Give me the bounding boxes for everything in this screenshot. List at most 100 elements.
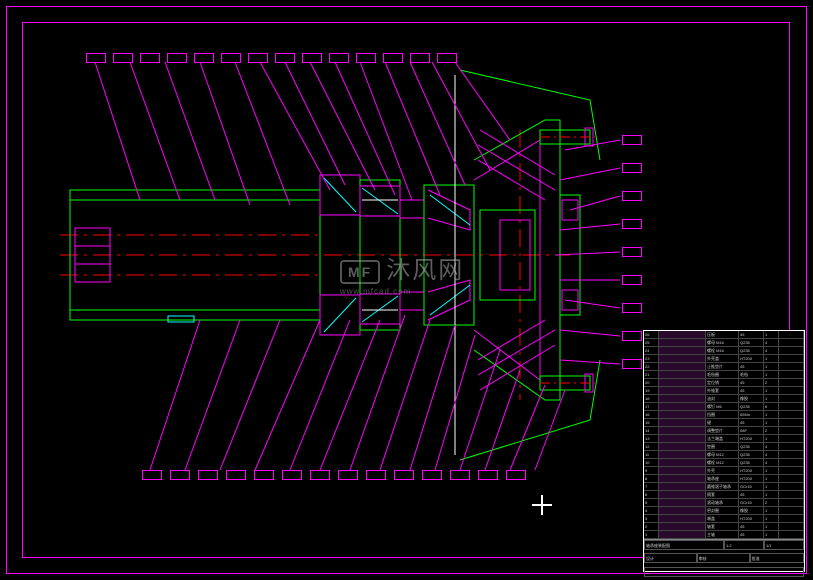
bom-name: 轴承座 [706, 475, 739, 482]
bom-mat: GCr15 [739, 499, 764, 506]
bom-code [659, 379, 706, 386]
callout-balloon [140, 53, 160, 63]
bom-mat: 橡胶 [739, 507, 764, 514]
callout-balloon [194, 53, 214, 63]
bom-name: 螺钉 M6 [706, 403, 739, 410]
bom-no: 10 [644, 459, 659, 466]
callout-balloon [394, 470, 414, 480]
bom-mat: Q235 [739, 451, 764, 458]
bom-row: 5滚动轴承GCr152 [644, 499, 804, 507]
bom-note [779, 363, 804, 370]
bom-code [659, 451, 706, 458]
bom-name: 端盖 [706, 515, 739, 522]
bom-qty: 1 [764, 467, 779, 474]
bom-no: 22 [644, 363, 659, 370]
bom-name: 挡圈 [706, 411, 739, 418]
bom-name: 键 [706, 419, 739, 426]
callout-balloon [302, 53, 322, 63]
bom-note [779, 515, 804, 522]
bom-qty: 1 [764, 363, 779, 370]
callout-balloon [478, 470, 498, 480]
bom-row: 14调整垫片08F2 [644, 427, 804, 435]
bom-qty: 4 [764, 339, 779, 346]
title-block: 26压板45125螺母 M16Q235424螺栓 M16Q235423外壳盖HT… [643, 330, 805, 572]
bom-qty: 2 [764, 499, 779, 506]
bom-no: 12 [644, 443, 659, 450]
bom-mat: GCr15 [739, 483, 764, 490]
bom-qty: 1 [764, 475, 779, 482]
title-block-footer: 轴承座装配图 1:2 1/1 设计 审核 批准 — [644, 539, 804, 580]
bom-name: 主轴 [706, 531, 739, 538]
bom-no: 26 [644, 331, 659, 338]
bom-mat: 橡胶 [739, 395, 764, 402]
bom-qty: 2 [764, 379, 779, 386]
bom-no: 14 [644, 427, 659, 434]
bom-qty: 6 [764, 403, 779, 410]
bom-row: 20定位销452 [644, 379, 804, 387]
bom-no: 21 [644, 371, 659, 378]
bom-name: 外壳 [706, 467, 739, 474]
bom-mat: HT200 [739, 467, 764, 474]
bom-no: 24 [644, 347, 659, 354]
bom-no: 17 [644, 403, 659, 410]
bom-qty: 1 [764, 515, 779, 522]
bom-row: 6隔套451 [644, 491, 804, 499]
bom-name: 垫圈 [706, 443, 739, 450]
bom-note [779, 339, 804, 346]
bom-qty: 1 [764, 419, 779, 426]
bom-name: 滚动轴承 [706, 499, 739, 506]
bom-no: 8 [644, 475, 659, 482]
callout-balloon [310, 470, 330, 480]
cad-drawing-canvas: MF沐风网 www.mfcad.com 26压板45125螺母 M16Q2354… [0, 0, 813, 580]
callout-balloon [248, 53, 268, 63]
callout-balloon [356, 53, 376, 63]
bom-row: 1主轴451 [644, 531, 804, 539]
callout-balloon [622, 219, 642, 229]
callout-balloon [437, 53, 457, 63]
bom-no: 6 [644, 491, 659, 498]
bom-code [659, 395, 706, 402]
callout-balloon [622, 275, 642, 285]
bom-code [659, 427, 706, 434]
bom-row: 22止推垫片451 [644, 363, 804, 371]
bom-row: 13法兰端盖HT2001 [644, 435, 804, 443]
bom-name: 外锥套 [706, 387, 739, 394]
bom-code [659, 331, 706, 338]
callout-balloon [167, 53, 187, 63]
bom-no: 19 [644, 387, 659, 394]
bom-row: 23外壳盖HT2001 [644, 355, 804, 363]
callout-balloon [170, 470, 190, 480]
bom-qty: 4 [764, 451, 779, 458]
bom-mat: 65Mn [739, 411, 764, 418]
drawing-sheet: 1/1 [764, 540, 804, 550]
callout-balloon [450, 470, 470, 480]
bom-qty: 1 [764, 435, 779, 442]
bom-code [659, 403, 706, 410]
bom-row: 21毛毡圈毛毡1 [644, 371, 804, 379]
bom-qty: 1 [764, 411, 779, 418]
bom-code [659, 363, 706, 370]
bom-note [779, 347, 804, 354]
bom-name: 密封圈 [706, 507, 739, 514]
callout-balloon [113, 53, 133, 63]
bom-note [779, 499, 804, 506]
callout-balloon [198, 470, 218, 480]
bom-name: 轴套 [706, 523, 739, 530]
bom-mat: HT200 [739, 435, 764, 442]
bom-note [779, 459, 804, 466]
bom-note [779, 491, 804, 498]
drawing-scale: 1:2 [724, 540, 764, 550]
bom-row: 18油封橡胶1 [644, 395, 804, 403]
bom-name: 毛毡圈 [706, 371, 739, 378]
bom-qty: 2 [764, 427, 779, 434]
bom-note [779, 523, 804, 530]
bom-qty: 1 [764, 491, 779, 498]
bom-name: 压板 [706, 331, 739, 338]
bom-code [659, 523, 706, 530]
bom-code [659, 339, 706, 346]
bom-note [779, 443, 804, 450]
bom-mat: Q235 [739, 347, 764, 354]
bom-no: 9 [644, 467, 659, 474]
callout-balloon [338, 470, 358, 480]
bom-name: 法兰端盖 [706, 435, 739, 442]
